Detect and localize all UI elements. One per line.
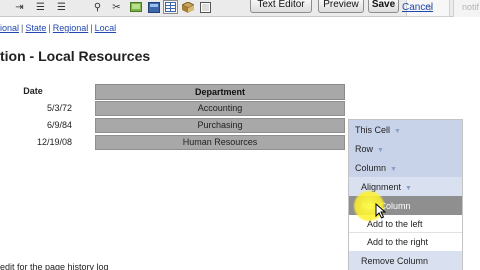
menu-item-label: Add to the left — [367, 219, 423, 229]
menu-item-add-right[interactable]: Add to the right — [349, 233, 462, 251]
chevron-down-icon: ▼ — [394, 128, 401, 135]
bullet-list-icon[interactable]: ☰ — [54, 0, 69, 14]
breadcrumb-state[interactable]: State — [25, 23, 46, 33]
page-title: tion - Local Resources — [0, 48, 151, 64]
notifications-tab[interactable]: notif — [453, 0, 480, 17]
chevron-down-icon: ▼ — [390, 166, 397, 173]
breadcrumb: ional | State | Regional | Local — [0, 23, 116, 33]
html-icon[interactable] — [198, 0, 213, 14]
breadcrumb-regional[interactable]: Regional — [53, 23, 89, 33]
plugin-icon[interactable] — [180, 0, 195, 14]
menu-item-add-left[interactable]: Add to the left — [349, 215, 462, 233]
menu-item-label: Column — [355, 163, 387, 173]
cancel-link[interactable]: Cancel — [402, 2, 433, 13]
indent-icon[interactable]: ⇥ — [12, 0, 27, 14]
media-icon[interactable] — [146, 0, 161, 14]
date-column-header[interactable]: Date — [8, 86, 58, 96]
breadcrumb-local[interactable]: Local — [95, 23, 117, 33]
editor-toolbar: ⇥ ☰ ☰ ⚲ ✂ Text Editor Preview Save ry Ca… — [0, 0, 480, 17]
table-icon[interactable] — [163, 0, 178, 14]
menu-item-this-cell[interactable]: This Cell ▼ — [349, 120, 462, 139]
table-cell-date[interactable]: 5/3/72 — [0, 103, 72, 113]
menu-item-remove-column[interactable]: Remove Column — [349, 251, 462, 270]
table-cell-department[interactable]: Human Resources — [95, 135, 345, 150]
table-cell-department[interactable]: Purchasing — [95, 118, 345, 133]
menu-item-row[interactable]: Row ▼ — [349, 139, 462, 158]
menu-item-label: Row — [355, 144, 374, 154]
chevron-down-icon: ▼ — [377, 147, 384, 154]
unlink-icon[interactable]: ✂ — [109, 0, 124, 14]
menu-item-add-column[interactable]: Add Column — [349, 196, 462, 215]
preview-button[interactable]: Preview — [318, 0, 364, 13]
breadcrumb-national[interactable]: ional — [0, 23, 19, 33]
table-context-menu: This Cell ▼ Row ▼ Column ▼ Alignment ▼ Add C… — [348, 119, 463, 270]
table-cell-department[interactable]: Accounting — [95, 101, 345, 116]
menu-item-alignment[interactable]: Alignment ▼ — [349, 177, 462, 196]
image-icon[interactable] — [128, 0, 143, 14]
department-column-header[interactable]: Department — [95, 84, 345, 100]
link-icon[interactable]: ⚲ — [90, 0, 105, 14]
menu-item-label: Remove Column — [361, 256, 429, 266]
text-editor-button[interactable]: Text Editor — [250, 0, 312, 13]
table-cell-date[interactable]: 12/19/08 — [0, 137, 72, 147]
menu-item-label: This Cell — [355, 125, 391, 135]
save-button[interactable]: Save — [368, 0, 399, 13]
chevron-down-icon: ▼ — [405, 185, 412, 192]
menu-item-column[interactable]: Column ▼ — [349, 158, 462, 177]
mouse-cursor-icon — [375, 203, 387, 219]
numbered-list-icon[interactable]: ☰ — [33, 0, 48, 14]
table-cell-date[interactable]: 6/9/84 — [0, 120, 72, 130]
page-history-hint: edit for the page history log — [0, 262, 109, 270]
menu-item-label: Add to the right — [367, 237, 429, 247]
menu-item-label: Alignment — [361, 182, 402, 192]
